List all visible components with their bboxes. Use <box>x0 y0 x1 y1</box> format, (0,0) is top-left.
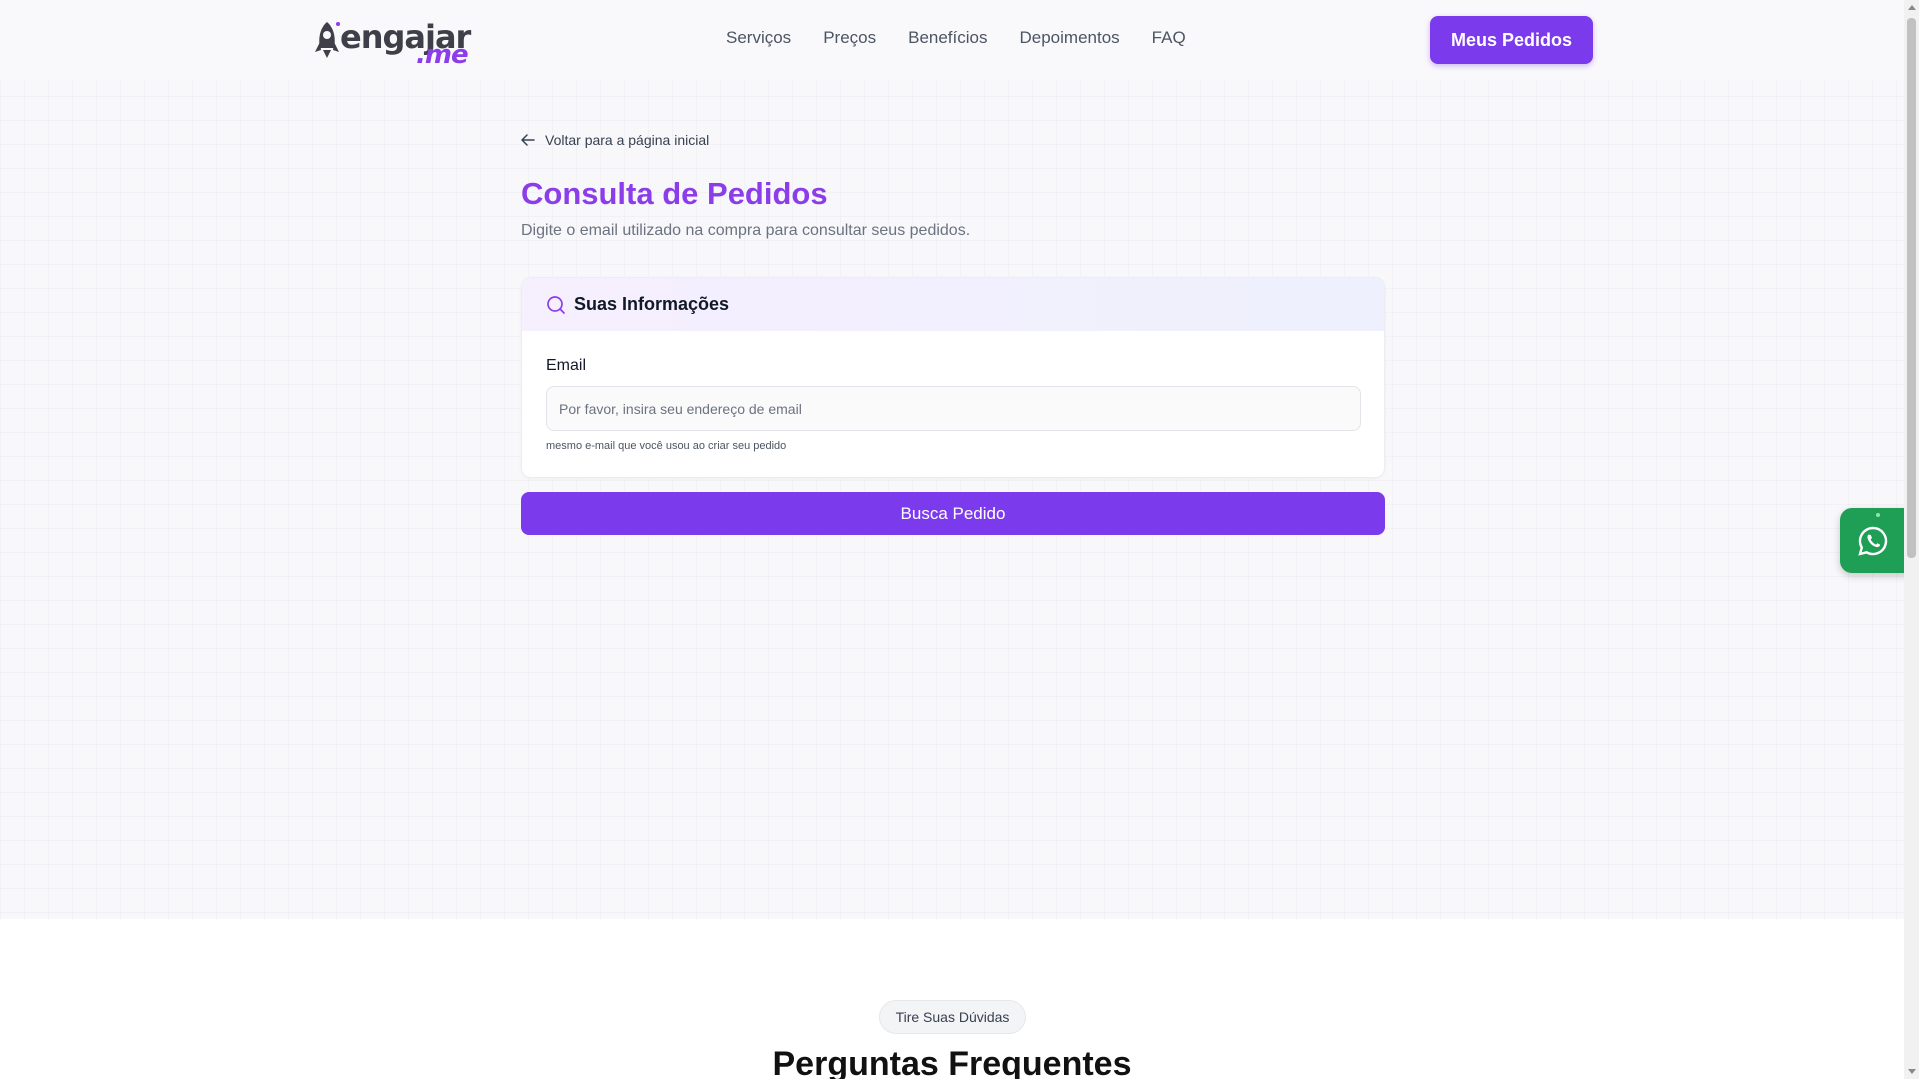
email-label: Email <box>546 357 587 374</box>
nav-item-servicos[interactable]: Serviços <box>726 28 791 48</box>
scrollbar-thumb[interactable] <box>1907 18 1916 558</box>
card-title: Suas Informações <box>574 294 730 314</box>
faq-badge: Tire Suas Dúvidas <box>879 1000 1026 1034</box>
site-header: engajar .me Serviços Preços Benefícios D… <box>0 0 1904 80</box>
rocket-icon <box>315 22 340 58</box>
email-input[interactable] <box>546 386 1361 431</box>
page-subtitle: Digite o email utilizado na compra para … <box>521 222 971 239</box>
main-nav: Serviços Preços Benefícios Depoimentos F… <box>726 28 1218 48</box>
scroll-up-icon[interactable] <box>1908 4 1916 10</box>
nav-item-precos[interactable]: Preços <box>823 28 876 48</box>
card-header: Suas Informações <box>522 278 1384 331</box>
arrow-left-icon <box>521 134 535 146</box>
scrollbar[interactable] <box>1904 0 1919 1079</box>
logo[interactable]: engajar .me <box>314 18 471 70</box>
meus-pedidos-button[interactable]: Meus Pedidos <box>1430 16 1593 64</box>
logo-suffix: .me <box>416 40 469 70</box>
scroll-down-icon[interactable] <box>1908 1069 1916 1075</box>
email-hint: mesmo e-mail que você usou ao criar seu … <box>546 440 787 452</box>
back-link-label: Voltar para a página inicial <box>545 132 710 148</box>
search-icon <box>547 295 565 314</box>
busca-pedido-button[interactable]: Busca Pedido <box>521 492 1385 535</box>
faq-title: Perguntas Frequentes <box>772 1045 1132 1079</box>
nav-item-beneficios[interactable]: Benefícios <box>908 28 987 48</box>
whatsapp-button[interactable] <box>1840 508 1904 573</box>
page-title: Consulta de Pedidos <box>521 176 828 211</box>
nav-item-faq[interactable]: FAQ <box>1152 28 1186 48</box>
status-dot <box>1876 513 1880 517</box>
info-card: Suas Informações Email mesmo e-mail que … <box>521 277 1385 478</box>
nav-item-depoimentos[interactable]: Depoimentos <box>1020 28 1120 48</box>
page: engajar .me Serviços Preços Benefícios D… <box>0 0 1904 1079</box>
whatsapp-icon <box>1858 526 1888 556</box>
back-link[interactable]: Voltar para a página inicial <box>521 132 709 148</box>
